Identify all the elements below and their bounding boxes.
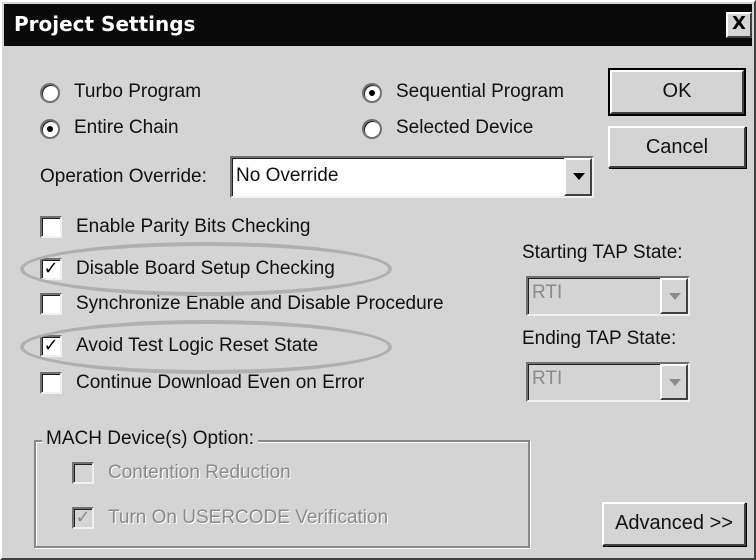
sequential-program-radio[interactable] [362,83,382,103]
operation-override-value: No Override [236,165,339,186]
synchronize-enable-label[interactable]: Synchronize Enable and Disable Procedure [76,293,444,315]
entire-chain-radio[interactable] [40,119,60,139]
enable-parity-label[interactable]: Enable Parity Bits Checking [76,216,310,238]
ending-tap-value: RTI [532,368,563,389]
usercode-verification-checkbox[interactable]: ✓ [72,507,94,529]
disable-board-setup-checkbox[interactable]: ✓ [40,258,62,280]
avoid-tlr-label[interactable]: Avoid Test Logic Reset State [76,335,318,357]
usercode-verification-label[interactable]: Turn On USERCODE Verification [108,507,388,529]
selected-device-radio[interactable] [362,119,382,139]
synchronize-enable-checkbox[interactable] [40,293,62,315]
operation-override-select[interactable]: No Override [230,156,594,198]
window-title: Project Settings [14,12,196,36]
ending-tap-select[interactable]: RTI [526,362,690,402]
ok-button[interactable]: OK [608,68,746,116]
turbo-program-radio[interactable] [40,83,60,103]
close-button[interactable]: X [726,12,752,38]
ending-tap-label: Ending TAP State: [522,328,677,349]
continue-download-checkbox[interactable] [40,372,62,394]
cancel-button[interactable]: Cancel [608,126,746,168]
title-bar[interactable]: Project Settings X [4,4,752,46]
chevron-down-icon[interactable] [660,364,688,400]
avoid-tlr-checkbox[interactable]: ✓ [40,335,62,357]
continue-download-label[interactable]: Continue Download Even on Error [76,372,364,394]
entire-chain-label[interactable]: Entire Chain [74,117,179,139]
mach-options-group [34,440,530,548]
sequential-program-label[interactable]: Sequential Program [396,81,564,103]
starting-tap-select[interactable]: RTI [526,276,690,316]
turbo-program-label[interactable]: Turbo Program [74,81,201,103]
chevron-down-icon[interactable] [564,158,592,196]
advanced-button[interactable]: Advanced >> [602,502,746,546]
starting-tap-value: RTI [532,282,563,303]
mach-options-title: MACH Device(s) Option: [42,428,258,450]
starting-tap-label: Starting TAP State: [522,242,683,263]
operation-override-label: Operation Override: [40,166,207,187]
contention-reduction-checkbox[interactable] [72,462,94,484]
project-settings-dialog: Project Settings X Turbo Program Sequent… [0,0,756,560]
contention-reduction-label[interactable]: Contention Reduction [108,462,291,484]
enable-parity-checkbox[interactable] [40,216,62,238]
chevron-down-icon[interactable] [660,278,688,314]
disable-board-setup-label[interactable]: Disable Board Setup Checking [76,258,335,280]
selected-device-label[interactable]: Selected Device [396,117,533,139]
